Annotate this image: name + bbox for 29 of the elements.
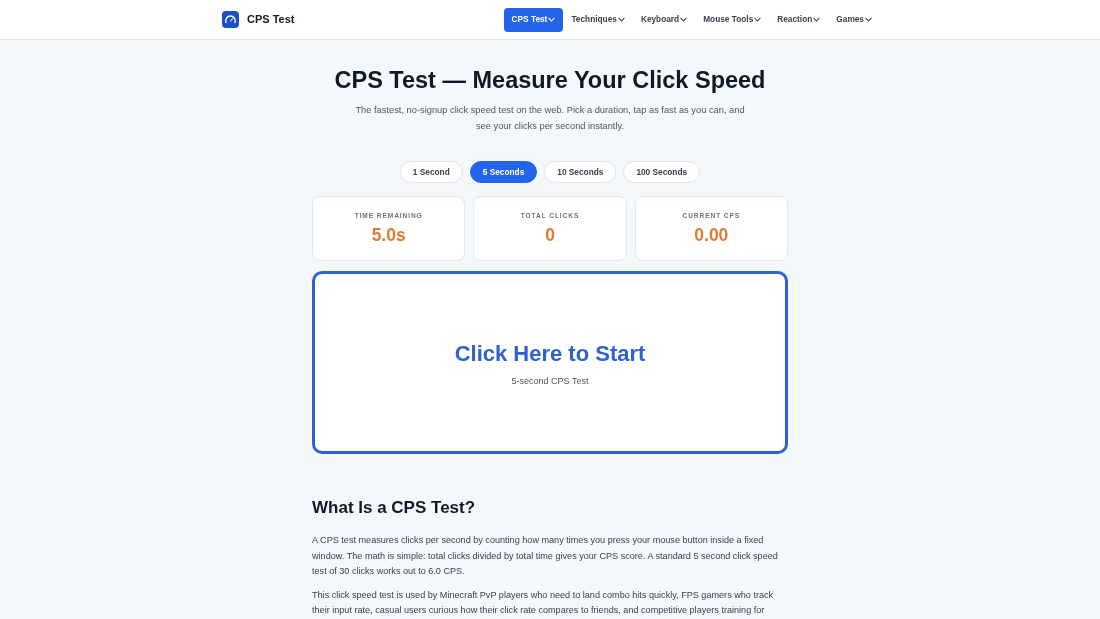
body-paragraph: A CPS test measures clicks per second by counting how many times you press your mouse button inside a fixed window. The math is simple: total clicks divided by total time gives your CPS score. A standard 5 second click speed test of 30 clicks works out to 6.0 CPS. <box>312 534 779 579</box>
nav-menu-link[interactable]: Techniques <box>563 7 633 32</box>
duration-tab[interactable]: 5 Seconds <box>469 161 538 183</box>
gauge-logo-icon[interactable] <box>222 11 239 28</box>
chevron-down-icon <box>865 17 872 22</box>
site-title[interactable]: CPS Test <box>247 11 295 28</box>
click-area-caption: 5-second CPS Test <box>511 374 589 388</box>
chevron-down-icon <box>617 17 625 22</box>
duration-tab[interactable]: 1 Second <box>399 161 463 183</box>
section-heading: What Is a CPS Test? <box>312 497 477 519</box>
chevron-down-icon <box>680 17 688 22</box>
click-target-panel[interactable]: Click Here to Start 5-second CPS Test <box>312 271 788 454</box>
stat-value: 0.00 <box>694 223 729 246</box>
nav-menu-link[interactable]: Mouse Tools <box>695 7 770 32</box>
page-title: CPS Test — Measure Your Click Speed <box>333 66 767 95</box>
body-paragraph: This click speed test is used by Minecraft PvP players who need to land combo hits quickly, FPS gamers who track their input rate, casual users curious how their click rate compares to friends, and competitive players training for <box>312 588 775 618</box>
duration-tab[interactable]: 100 Seconds <box>623 161 701 183</box>
click-prompt: Click Here to Start <box>454 340 646 367</box>
chevron-down-icon <box>754 17 762 22</box>
page-subtitle: The fastest, no-signup click speed test on the web. Pick a duration, tap as fast as you can, and see your clicks per second instantly. <box>354 104 746 133</box>
chevron-down-icon <box>813 17 821 22</box>
chevron-down-icon <box>548 17 556 22</box>
nav-menu-link[interactable]: Reaction <box>769 7 829 32</box>
stat-value: 5.0s <box>371 223 406 246</box>
duration-tab[interactable]: 10 Seconds <box>544 161 617 183</box>
nav-menu-link[interactable]: Keyboard <box>632 7 696 32</box>
nav-menu-link[interactable]: CPS Test <box>503 7 564 32</box>
stat-value: 0 <box>545 223 555 246</box>
nav-menu-link[interactable]: Games <box>828 7 880 32</box>
